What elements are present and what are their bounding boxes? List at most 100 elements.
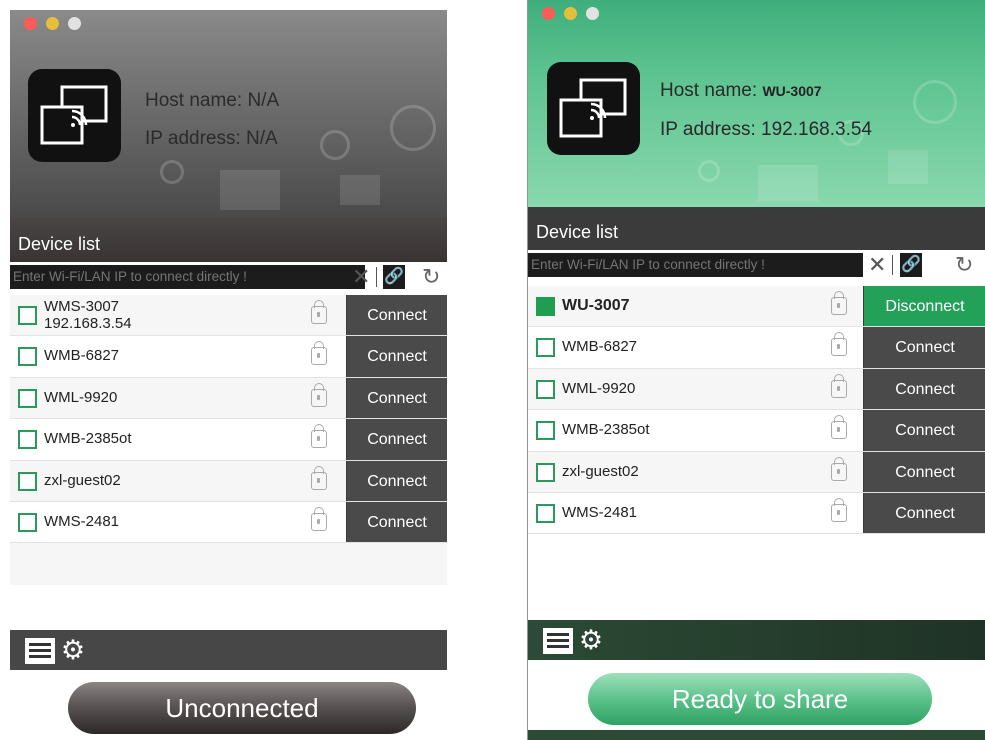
device-list: WU-3007 Disconnect WMB-6827 Connect WML-… bbox=[528, 286, 985, 535]
ip-address-value: 192.168.3.54 bbox=[761, 119, 872, 140]
host-name-row: Host name: N/A bbox=[145, 90, 279, 112]
lock-icon bbox=[831, 332, 847, 357]
device-checkbox[interactable] bbox=[536, 297, 555, 316]
list-item[interactable]: WMS-2481 Connect bbox=[10, 501, 447, 544]
link-icon[interactable]: 🔗 bbox=[900, 253, 922, 277]
lock-icon bbox=[831, 373, 847, 398]
list-item[interactable]: zxl-guest02 Connect bbox=[528, 451, 985, 493]
device-name: WMS-2481 bbox=[44, 512, 120, 530]
lock-icon bbox=[311, 382, 327, 407]
list-item[interactable]: WMS-2481 Connect bbox=[528, 492, 985, 535]
ip-address-row: IP address: 192.168.3.54 bbox=[660, 119, 872, 141]
connect-button[interactable]: Connect bbox=[346, 501, 447, 543]
zoom-window-button[interactable] bbox=[68, 17, 81, 30]
device-checkbox[interactable] bbox=[536, 338, 555, 358]
connect-button[interactable]: Connect bbox=[863, 492, 985, 534]
link-icon[interactable]: 🔗 bbox=[383, 265, 405, 289]
lock-icon bbox=[831, 291, 847, 315]
device-name: zxl-guest02 bbox=[44, 471, 121, 489]
lock-icon bbox=[311, 300, 327, 324]
connect-button[interactable]: Connect bbox=[863, 451, 985, 492]
device-checkbox[interactable] bbox=[18, 306, 37, 325]
list-item[interactable]: WMB-6827 Connect bbox=[528, 327, 985, 369]
device-checkbox[interactable] bbox=[18, 430, 37, 450]
ip-connect-bar: ✕ 🔗 ↻ bbox=[528, 250, 985, 282]
bottom-toolbar: ⚙ bbox=[528, 620, 985, 660]
connect-button[interactable]: Connect bbox=[863, 327, 985, 368]
screen-cast-icon bbox=[547, 62, 640, 155]
status-button[interactable]: Ready to share bbox=[588, 673, 932, 725]
connect-button[interactable]: Connect bbox=[863, 410, 985, 451]
window-controls bbox=[542, 7, 599, 20]
connect-button[interactable]: Connect bbox=[346, 419, 447, 460]
refresh-icon[interactable]: ↻ bbox=[422, 263, 440, 291]
host-name-value: WU-3007 bbox=[762, 83, 822, 99]
gear-icon[interactable]: ⚙ bbox=[59, 636, 87, 664]
device-name: WMB-2385ot bbox=[44, 430, 132, 448]
host-name-label: Host name: bbox=[660, 80, 758, 101]
ip-address-label: IP address: bbox=[660, 119, 756, 140]
device-checkbox[interactable] bbox=[18, 347, 37, 367]
device-name: WMB-2385ot bbox=[562, 421, 650, 439]
bottom-toolbar: ⚙ bbox=[10, 630, 447, 670]
lock-icon bbox=[311, 506, 327, 531]
connect-button[interactable]: Connect bbox=[346, 460, 447, 501]
status-footer: Unconnected bbox=[10, 670, 447, 738]
list-item[interactable]: WMS-3007 192.168.3.54 Connect bbox=[10, 295, 447, 337]
divider bbox=[376, 267, 377, 287]
list-item[interactable]: zxl-guest02 Connect bbox=[10, 460, 447, 502]
right-app-window: Host name: WU-3007 IP address: 192.168.3… bbox=[527, 0, 985, 740]
list-item[interactable]: WML-9920 Connect bbox=[528, 368, 985, 411]
device-checkbox[interactable] bbox=[536, 379, 555, 399]
connect-button[interactable]: Connect bbox=[346, 336, 447, 377]
list-item[interactable]: WML-9920 Connect bbox=[10, 377, 447, 420]
status-button[interactable]: Unconnected bbox=[68, 682, 416, 734]
device-checkbox[interactable] bbox=[536, 421, 555, 441]
ip-address-label: IP address: bbox=[145, 128, 241, 149]
device-name: WMB-6827 bbox=[44, 347, 120, 365]
device-name: WU-3007 bbox=[562, 297, 630, 314]
device-name: WMS-3007 192.168.3.54 bbox=[44, 298, 132, 332]
close-window-button[interactable] bbox=[542, 7, 555, 20]
close-window-button[interactable] bbox=[24, 17, 37, 30]
list-icon[interactable] bbox=[25, 638, 55, 664]
divider bbox=[892, 255, 893, 275]
device-list-title: Device list bbox=[10, 217, 447, 262]
list-icon[interactable] bbox=[543, 628, 573, 654]
device-name: WML-9920 bbox=[562, 379, 636, 397]
list-item[interactable]: WMB-2385ot Connect bbox=[10, 419, 447, 461]
connect-button[interactable]: Connect bbox=[346, 377, 447, 419]
ip-input[interactable] bbox=[528, 253, 863, 277]
connect-button[interactable]: Connect bbox=[863, 368, 985, 410]
ip-input[interactable] bbox=[10, 265, 365, 289]
device-checkbox[interactable] bbox=[18, 471, 37, 491]
device-checkbox[interactable] bbox=[18, 388, 37, 408]
list-item[interactable]: WMB-6827 Connect bbox=[10, 336, 447, 378]
lock-icon bbox=[311, 424, 327, 449]
list-item[interactable]: WMB-2385ot Connect bbox=[528, 410, 985, 452]
left-app-window: Host name: N/A IP address: N/A Device li… bbox=[10, 10, 447, 738]
device-name: WMS-2481 bbox=[562, 503, 638, 521]
lock-icon bbox=[831, 497, 847, 522]
list-item[interactable]: WU-3007 Disconnect bbox=[528, 286, 985, 328]
disconnect-button[interactable]: Disconnect bbox=[863, 286, 985, 327]
host-name-label: Host name: bbox=[145, 90, 243, 111]
device-checkbox[interactable] bbox=[536, 462, 555, 482]
screen-cast-icon bbox=[28, 69, 121, 162]
device-checkbox[interactable] bbox=[18, 512, 37, 532]
ip-address-value: N/A bbox=[246, 128, 278, 149]
device-checkbox[interactable] bbox=[536, 503, 555, 523]
device-name: zxl-guest02 bbox=[562, 462, 639, 480]
device-name: WMB-6827 bbox=[562, 338, 638, 356]
lock-icon bbox=[831, 415, 847, 440]
window-controls bbox=[24, 17, 81, 30]
gear-icon[interactable]: ⚙ bbox=[577, 626, 605, 654]
close-icon[interactable]: ✕ bbox=[352, 264, 370, 290]
minimize-window-button[interactable] bbox=[564, 7, 577, 20]
refresh-icon[interactable]: ↻ bbox=[955, 251, 973, 279]
close-icon[interactable]: ✕ bbox=[868, 252, 886, 278]
host-name-value: N/A bbox=[247, 90, 280, 111]
zoom-window-button[interactable] bbox=[586, 7, 599, 20]
minimize-window-button[interactable] bbox=[46, 17, 59, 30]
connect-button[interactable]: Connect bbox=[346, 295, 447, 336]
